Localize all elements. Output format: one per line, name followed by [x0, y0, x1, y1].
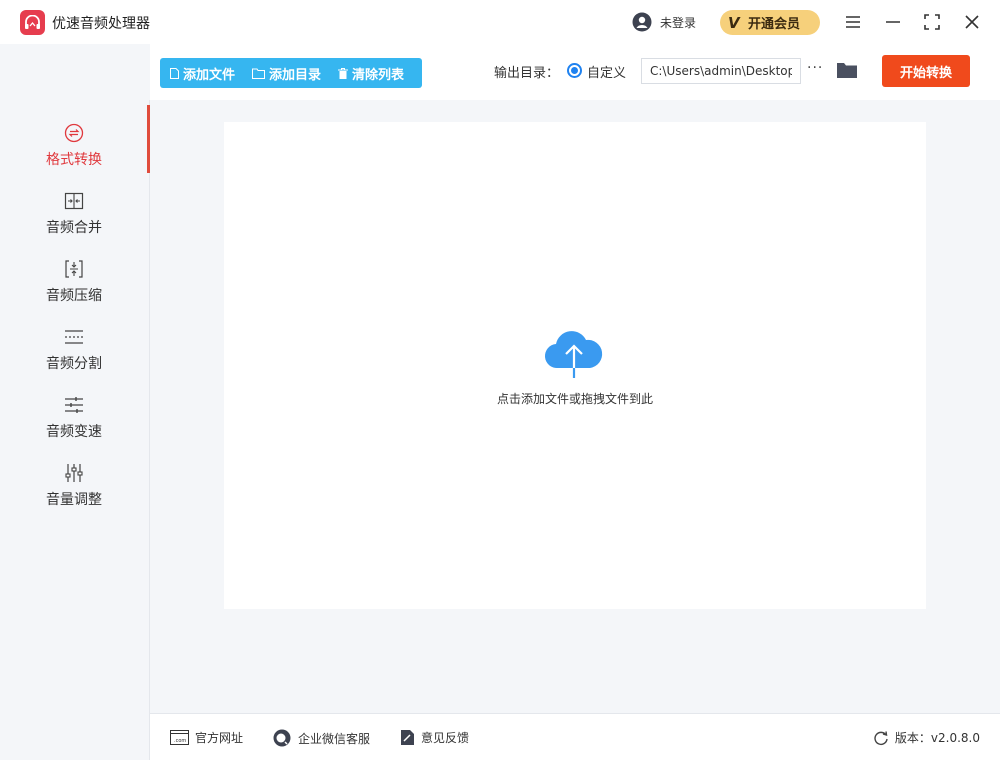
vip-icon: V	[728, 13, 740, 32]
file-drop-zone[interactable]: 点击添加文件或拖拽文件到此	[224, 122, 926, 609]
open-folder-icon[interactable]	[836, 61, 858, 79]
version-info: 版本：v2.0.8.0	[873, 729, 980, 746]
split-icon	[65, 330, 83, 344]
output-dir-label: 输出目录：	[494, 66, 560, 81]
feedback-link[interactable]: 意见反馈	[400, 729, 469, 746]
sidebar-item-merge[interactable]: 音频合并	[0, 173, 150, 237]
sidebar: 格式转换 音频合并 音频压缩 音频分割 音频变速 音量调整	[0, 100, 150, 760]
feedback-icon	[401, 730, 414, 745]
user-avatar-icon[interactable]	[632, 12, 652, 32]
login-status[interactable]: 未登录	[660, 14, 696, 31]
refresh-icon	[874, 730, 888, 745]
sidebar-item-volume[interactable]: 音量调整	[0, 445, 150, 509]
title-bar: 优速音频处理器 未登录 V 开通会员	[0, 0, 1000, 44]
close-icon[interactable]	[961, 11, 983, 33]
sidebar-item-speed[interactable]: 音频变速	[0, 377, 150, 441]
add-folder-button[interactable]: 添加目录	[242, 58, 328, 88]
trash-icon	[338, 67, 349, 79]
format-convert-icon	[64, 123, 84, 143]
cloud-upload-icon	[544, 331, 603, 378]
compress-icon	[65, 260, 83, 278]
app-title: 优速音频处理器	[52, 16, 150, 32]
clear-list-button[interactable]: 清除列表	[328, 58, 411, 88]
start-convert-button[interactable]: 开始转换	[882, 55, 970, 87]
toolbar: 添加文件 添加目录 清除列表 输出目录： 自定义 ··· 开始转换	[150, 44, 1000, 100]
drop-hint: 点击添加文件或拖拽文件到此	[496, 392, 653, 406]
speed-icon	[65, 397, 83, 413]
output-path-input[interactable]	[641, 58, 801, 84]
wechat-icon	[273, 729, 291, 747]
custom-output-radio[interactable]	[567, 63, 582, 78]
minimize-icon[interactable]	[882, 11, 904, 33]
add-file-button[interactable]: 添加文件	[160, 58, 242, 88]
volume-icon	[65, 464, 83, 482]
svg-text:.com: .com	[174, 738, 186, 744]
vip-button[interactable]: V 开通会员	[720, 10, 820, 35]
sidebar-item-format-convert[interactable]: 格式转换	[0, 105, 150, 169]
sidebar-item-compress[interactable]: 音频压缩	[0, 241, 150, 305]
custom-output-label[interactable]: 自定义	[587, 62, 626, 81]
website-icon: .com	[170, 730, 189, 745]
menu-icon[interactable]	[842, 11, 864, 33]
website-link[interactable]: .com 官方网址	[170, 729, 243, 746]
browse-more-button[interactable]: ···	[807, 60, 827, 80]
maximize-icon[interactable]	[921, 11, 943, 33]
wechat-support-link[interactable]: 企业微信客服	[272, 729, 370, 747]
sidebar-item-split[interactable]: 音频分割	[0, 309, 150, 373]
app-logo-icon	[20, 10, 45, 35]
footer: .com 官方网址 企业微信客服 意见反馈 版本：v2.0.8.0	[150, 713, 1000, 760]
merge-icon	[64, 192, 84, 210]
folder-outline-icon	[252, 68, 266, 79]
file-actions: 添加文件 添加目录 清除列表	[160, 58, 422, 88]
file-icon	[170, 67, 179, 79]
